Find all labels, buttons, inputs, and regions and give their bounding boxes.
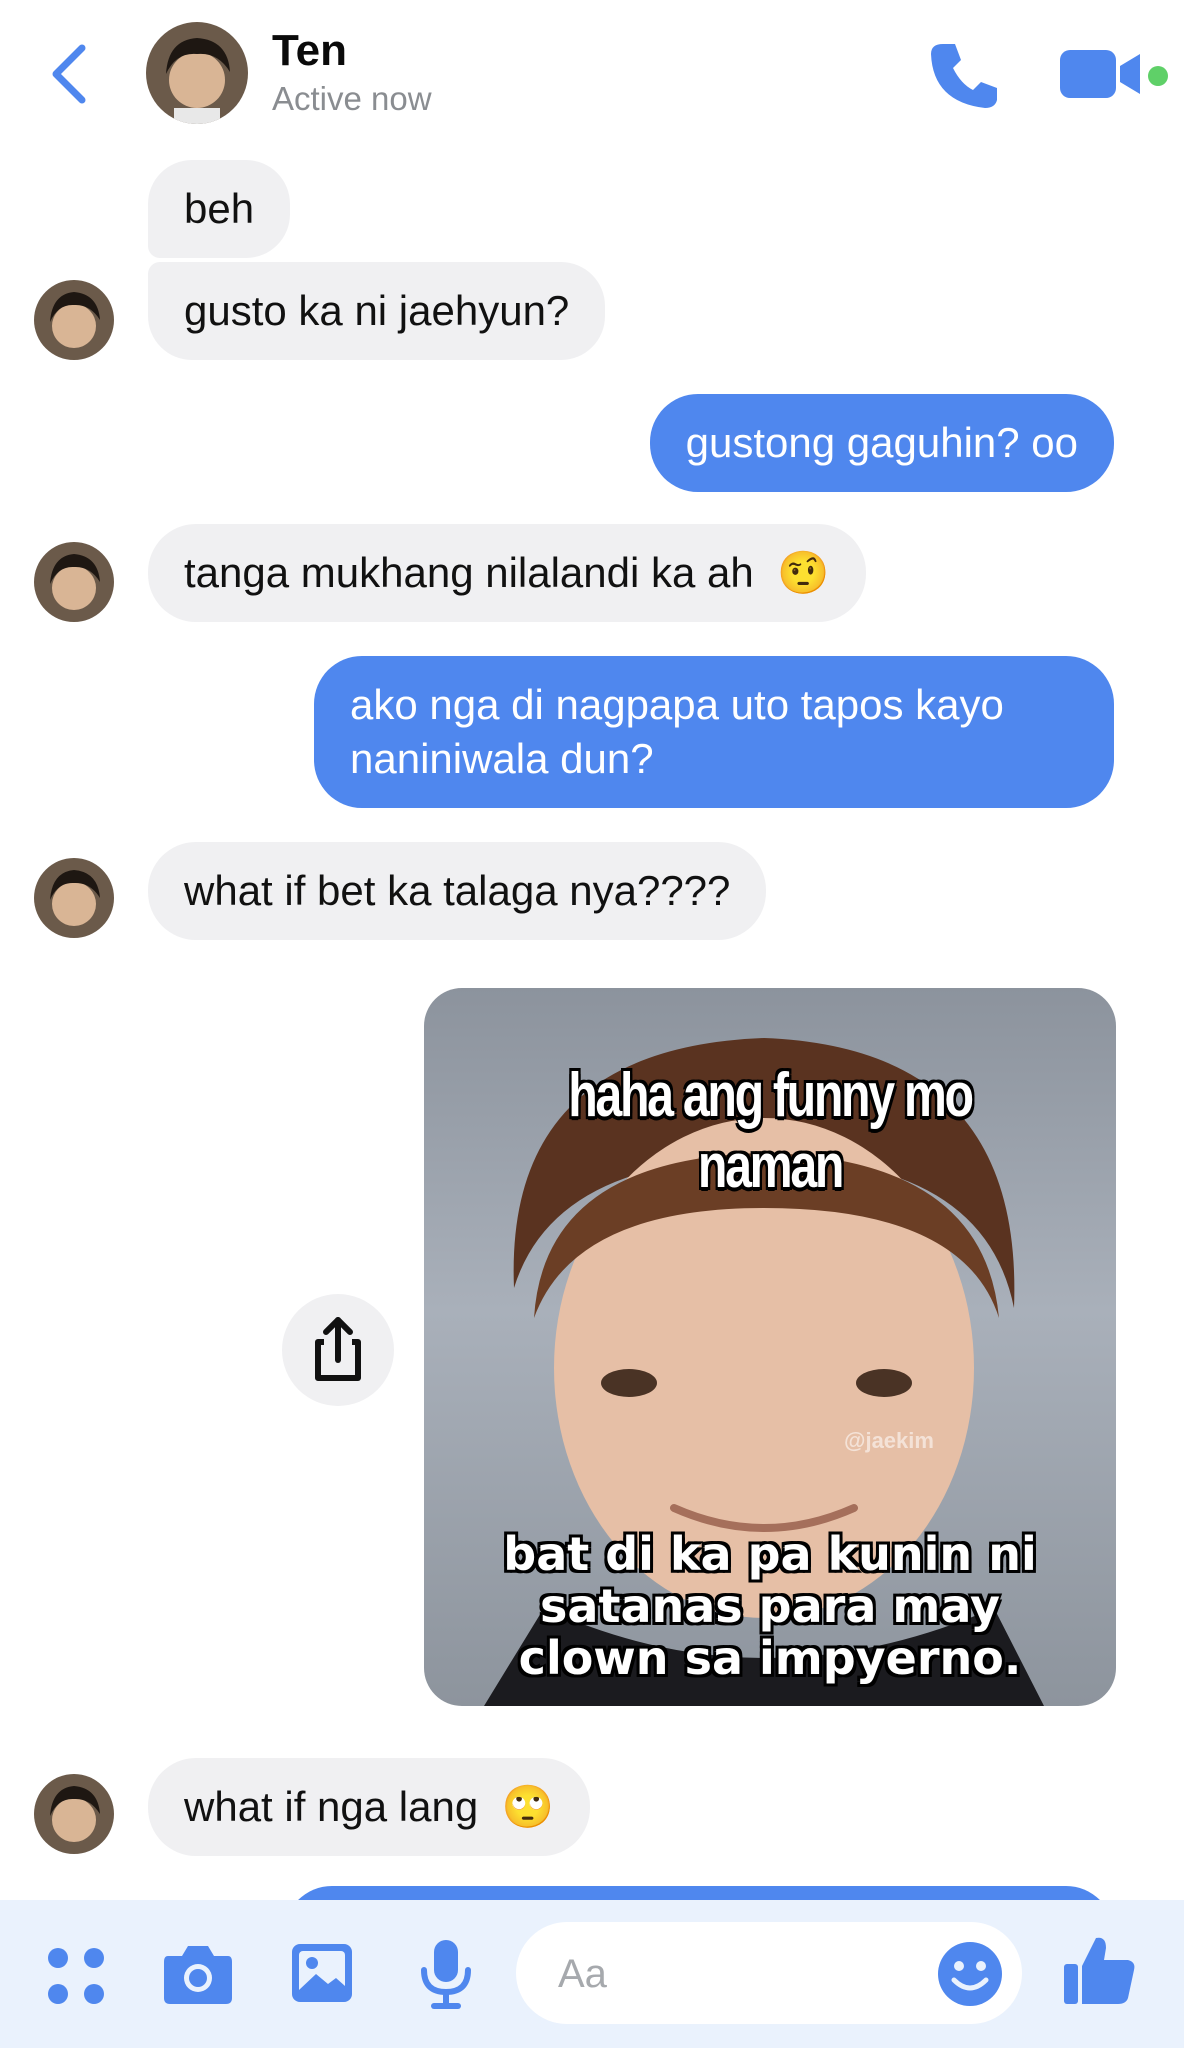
message-bubble[interactable]: what if nga lang 🙄 [148, 1758, 591, 1856]
caption-line: bat di ka pa kunin ni [503, 1527, 1037, 1581]
gallery-button[interactable] [290, 1940, 354, 2011]
emoji-icon [938, 1942, 1002, 2006]
apps-icon [48, 1948, 104, 2004]
contact-avatar[interactable] [146, 22, 248, 124]
meme-top-caption: haha ang funny mo naman [568, 1061, 974, 1201]
meme-bottom-caption: bat di ka pa kunin ni satanas para may c… [424, 1528, 1116, 1684]
thumbs-up-icon [1064, 1937, 1135, 2004]
active-status: Active now [272, 80, 432, 117]
online-indicator [1148, 66, 1168, 86]
message-line: ako nga di nagpapa uto tapos kayo [350, 681, 1004, 728]
message-bubble[interactable]: what if bet ka talaga nya???? [148, 842, 767, 940]
meme-watermark: @jaekim [844, 1428, 934, 1453]
microphone-icon [421, 1940, 471, 2009]
camera-icon [164, 1946, 232, 2004]
message-bubble[interactable]: ako nga di nagpapa uto tapos kayo nanini… [314, 656, 1114, 808]
voice-call-button[interactable] [925, 36, 1003, 114]
contact-name: Ten [272, 26, 347, 75]
message-line: naniniwala dun? [350, 735, 654, 782]
apps-button[interactable] [46, 1946, 106, 2011]
raised-eyebrow-emoji: 🤨 [777, 549, 830, 596]
back-button[interactable] [44, 38, 100, 110]
share-button[interactable] [282, 1294, 394, 1406]
chevron-left-icon [52, 44, 86, 104]
meme-image[interactable]: haha ang funny mo naman @jaekim bat di k… [424, 988, 1116, 1706]
share-icon [315, 1317, 361, 1381]
message-text: tanga mukhang nilalandi ka ah [184, 549, 754, 596]
like-button[interactable] [1062, 1932, 1138, 2013]
emoji-button[interactable] [936, 1940, 1004, 2013]
message-text: what if nga lang [184, 1783, 479, 1830]
message-bubble[interactable]: gusto ka ni jaehyun? [148, 262, 606, 360]
voice-message-button[interactable] [418, 1938, 474, 2015]
video-call-button[interactable] [1060, 44, 1142, 104]
contact-avatar-small [34, 1774, 114, 1854]
eye-roll-emoji: 🙄 [501, 1783, 555, 1830]
caption-line: clown sa impyerno. [518, 1631, 1022, 1685]
image-icon [292, 1944, 352, 2002]
message-bubble[interactable]: tanga mukhang nilalandi ka ah 🤨 [148, 524, 866, 622]
contact-avatar-small [34, 858, 114, 938]
message-bubble[interactable]: gustong gaguhin? oo [649, 394, 1114, 492]
contact-avatar-small [34, 280, 114, 360]
camera-button[interactable] [162, 1940, 234, 2011]
contact-avatar-small [34, 542, 114, 622]
message-input-placeholder: Aa [558, 1952, 607, 1996]
video-camera-icon [1060, 50, 1140, 98]
phone-icon [931, 44, 997, 108]
caption-line: satanas para may [540, 1579, 1000, 1633]
message-bubble[interactable]: beh [148, 160, 291, 258]
